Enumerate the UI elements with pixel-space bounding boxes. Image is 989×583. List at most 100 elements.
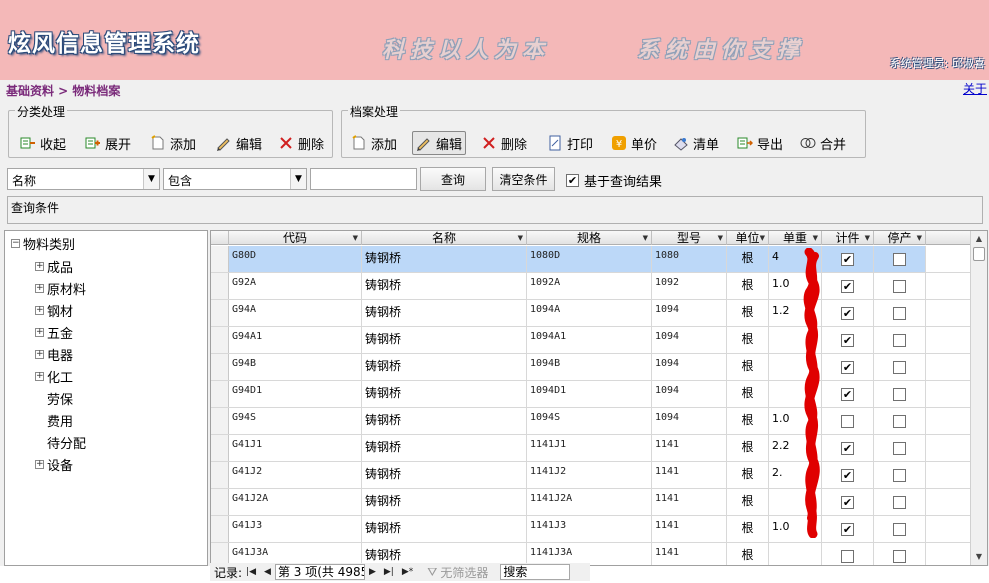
cell-code[interactable]: G94B (229, 354, 362, 380)
cell-unit[interactable]: 根 (727, 462, 769, 488)
table-row[interactable]: G80D 铸钢桥 1080D 1080 根 4 ✔ (211, 246, 971, 273)
collapse-button[interactable]: 收起 (17, 131, 69, 155)
cell-weight[interactable]: 1.2 (769, 300, 822, 326)
first-record-icon[interactable]: |◀ (246, 567, 256, 577)
stopped-checkbox[interactable] (893, 306, 906, 320)
expand-toggle-icon[interactable]: + (35, 350, 44, 359)
collapse-toggle-icon[interactable]: − (11, 239, 20, 248)
row-indicator[interactable] (211, 381, 229, 407)
table-row[interactable]: G92A 铸钢桥 1092A 1092 根 1.0 ✔ (211, 273, 971, 300)
based-on-results-checkbox[interactable]: ✔ (566, 174, 579, 187)
cell-unit[interactable]: 根 (727, 354, 769, 380)
piece-checkbox[interactable]: ✔ (841, 360, 854, 374)
cell-model[interactable]: 1094 (652, 381, 727, 407)
merge-button[interactable]: 合并 (797, 131, 849, 155)
cell-spec[interactable]: 1080D (527, 246, 652, 272)
tree-root[interactable]: − 物料类别 (11, 234, 75, 253)
stopped-checkbox[interactable] (893, 387, 906, 401)
cell-model[interactable]: 1094 (652, 408, 727, 434)
expand-toggle-icon[interactable]: + (35, 328, 44, 337)
table-row[interactable]: G94A 铸钢桥 1094A 1094 根 1.2 ✔ (211, 300, 971, 327)
query-operator-select[interactable]: 包含 ▼ (163, 168, 307, 190)
stopped-checkbox[interactable] (893, 468, 906, 482)
expand-toggle-icon[interactable]: + (35, 372, 44, 381)
cell-name[interactable]: 铸钢桥 (362, 381, 527, 407)
cell-unit[interactable]: 根 (727, 327, 769, 353)
piece-checkbox[interactable]: ✔ (841, 522, 854, 536)
cell-code[interactable]: G92A (229, 273, 362, 299)
table-row[interactable]: G94B 铸钢桥 1094B 1094 根 ✔ (211, 354, 971, 381)
chevron-down-icon[interactable]: ▼ (518, 231, 523, 245)
grid-vertical-scrollbar[interactable]: ▲ ▼ (970, 231, 987, 565)
row-indicator[interactable] (211, 327, 229, 353)
cell-weight[interactable]: 1.0 (769, 273, 822, 299)
expand-button[interactable]: 展开 (82, 131, 134, 155)
cell-unit[interactable]: 根 (727, 489, 769, 515)
tree-item[interactable]: 待分配 (47, 433, 86, 452)
table-row[interactable]: G41J1 铸钢桥 1141J1 1141 根 2.2 ✔ (211, 435, 971, 462)
table-row[interactable]: G41J2A 铸钢桥 1141J2A 1141 根 ✔ (211, 489, 971, 516)
cell-spec[interactable]: 1141J1 (527, 435, 652, 461)
cell-name[interactable]: 铸钢桥 (362, 462, 527, 488)
header-model[interactable]: 型号 ▼ (652, 231, 727, 245)
scroll-thumb[interactable] (973, 247, 985, 261)
cell-model[interactable]: 1141 (652, 516, 727, 542)
table-row[interactable]: G94A1 铸钢桥 1094A1 1094 根 ✔ (211, 327, 971, 354)
tree-item[interactable]: 劳保 (47, 389, 73, 408)
last-record-icon[interactable]: ▶| (384, 567, 394, 577)
cell-weight[interactable] (769, 327, 822, 353)
piece-checkbox[interactable]: ✔ (841, 495, 854, 509)
table-row[interactable]: G41J3 铸钢桥 1141J3 1141 根 1.0 ✔ (211, 516, 971, 543)
cell-unit[interactable]: 根 (727, 300, 769, 326)
cell-unit[interactable]: 根 (727, 516, 769, 542)
row-indicator[interactable] (211, 489, 229, 515)
row-indicator[interactable] (211, 408, 229, 434)
cell-weight[interactable]: 2.2 (769, 435, 822, 461)
scroll-down-icon[interactable]: ▼ (971, 549, 987, 565)
clear-conditions-button[interactable]: 清空条件 (492, 167, 555, 191)
piece-checkbox[interactable]: ✔ (841, 468, 854, 482)
header-stopped[interactable]: 停产 ▼ (874, 231, 926, 245)
cell-weight[interactable] (769, 381, 822, 407)
cell-model[interactable]: 1141 (652, 489, 727, 515)
expand-toggle-icon[interactable]: + (35, 460, 44, 469)
cell-weight[interactable]: 4 (769, 246, 822, 272)
header-name[interactable]: 名称 ▼ (362, 231, 527, 245)
about-link[interactable]: 关于 (963, 80, 987, 97)
stopped-checkbox[interactable] (893, 495, 906, 509)
cell-code[interactable]: G94S (229, 408, 362, 434)
cell-code[interactable]: G41J1 (229, 435, 362, 461)
cell-spec[interactable]: 1092A (527, 273, 652, 299)
piece-checkbox[interactable]: ✔ (841, 252, 854, 266)
row-indicator[interactable] (211, 435, 229, 461)
cell-unit[interactable]: 根 (727, 543, 769, 565)
cell-model[interactable]: 1094 (652, 300, 727, 326)
header-spec[interactable]: 规格 ▼ (527, 231, 652, 245)
cell-code[interactable]: G41J2 (229, 462, 362, 488)
stopped-checkbox[interactable] (893, 549, 906, 563)
chevron-down-icon[interactable]: ▼ (353, 231, 358, 245)
tree-item[interactable]: + 电器 (35, 345, 73, 364)
chevron-down-icon[interactable]: ▼ (760, 231, 765, 245)
chevron-down-icon[interactable]: ▼ (865, 231, 870, 245)
tree-item[interactable]: + 成品 (35, 257, 73, 276)
cell-spec[interactable]: 1141J2 (527, 462, 652, 488)
tree-item[interactable]: + 原材料 (35, 279, 86, 298)
cell-code[interactable]: G41J3 (229, 516, 362, 542)
stopped-checkbox[interactable] (893, 252, 906, 266)
cell-name[interactable]: 铸钢桥 (362, 354, 527, 380)
piece-checkbox[interactable]: ✔ (841, 333, 854, 347)
piece-checkbox[interactable]: ✔ (841, 306, 854, 320)
cell-name[interactable]: 铸钢桥 (362, 435, 527, 461)
archive-add-button[interactable]: 添加 (348, 131, 400, 155)
new-record-icon[interactable]: ▶* (402, 567, 413, 577)
expand-toggle-icon[interactable]: + (35, 306, 44, 315)
cell-code[interactable]: G80D (229, 246, 362, 272)
category-add-button[interactable]: 添加 (147, 131, 199, 155)
cell-code[interactable]: G94A (229, 300, 362, 326)
row-indicator[interactable] (211, 354, 229, 380)
cell-unit[interactable]: 根 (727, 381, 769, 407)
row-indicator[interactable] (211, 300, 229, 326)
next-record-icon[interactable]: ▶ (369, 567, 376, 577)
cell-name[interactable]: 铸钢桥 (362, 300, 527, 326)
